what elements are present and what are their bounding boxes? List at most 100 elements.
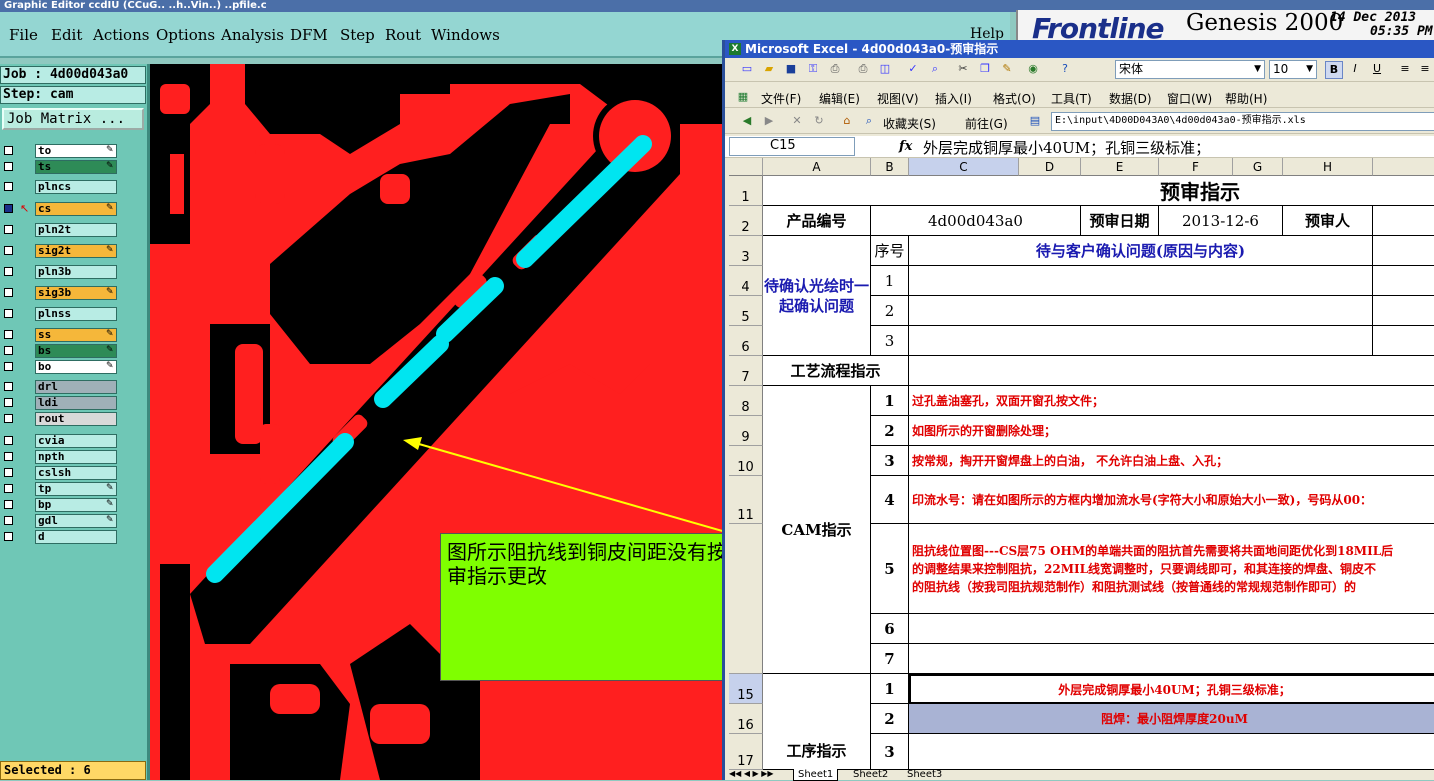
- layer-name[interactable]: drl: [35, 380, 117, 394]
- layer-row-sig3b[interactable]: sig3b ✎: [2, 286, 118, 300]
- confirm-extra-1[interactable]: [1373, 266, 1434, 296]
- layer-name[interactable]: bp: [35, 498, 117, 512]
- layer-row-tp[interactable]: tp ✎: [2, 482, 118, 496]
- job-matrix-button[interactable]: Job Matrix ...: [2, 108, 144, 130]
- cam-text-7[interactable]: [909, 644, 1434, 674]
- layer-checkbox[interactable]: [4, 288, 13, 297]
- layer-name[interactable]: bo: [35, 360, 117, 374]
- excel-menu-edit[interactable]: 编辑(E): [819, 90, 860, 107]
- font-name-select[interactable]: 宋体 ▼: [1115, 60, 1265, 79]
- sheet-title[interactable]: 预审指示: [763, 176, 1434, 206]
- layer-checkbox[interactable]: [4, 516, 13, 525]
- tab-sheet2[interactable]: Sheet2: [849, 769, 892, 780]
- layer-checkbox[interactable]: [4, 330, 13, 339]
- layer-checkbox[interactable]: [4, 500, 13, 509]
- layer-row-rout[interactable]: rout: [2, 412, 118, 426]
- favorites-menu[interactable]: 收藏夹(S): [883, 115, 936, 132]
- show-web-toolbar-icon[interactable]: ▤: [1027, 113, 1043, 129]
- cam-num-2[interactable]: 2: [871, 416, 909, 446]
- confirm-num-2[interactable]: 2: [871, 296, 909, 326]
- reviewer-value-cell[interactable]: [1373, 206, 1434, 236]
- confirm-header-cell[interactable]: 待与客户确认问题(原因与内容): [909, 236, 1373, 266]
- layer-checkbox[interactable]: [4, 267, 13, 276]
- cam-num-7[interactable]: 7: [871, 644, 909, 674]
- font-size-dropdown-icon[interactable]: ▼: [1306, 61, 1313, 77]
- confirm-text-1[interactable]: [909, 266, 1373, 296]
- tab-sheet1[interactable]: Sheet1: [793, 769, 839, 781]
- layer-row-gdl[interactable]: gdl ✎: [2, 514, 118, 528]
- format-painter-icon[interactable]: ✎: [999, 61, 1015, 77]
- layer-name[interactable]: sig3b: [35, 286, 117, 300]
- layer-name[interactable]: tp: [35, 482, 117, 496]
- row-header-7[interactable]: 7: [729, 356, 763, 386]
- process-value-cell[interactable]: [909, 356, 1434, 386]
- excel-menu-format[interactable]: 格式(O): [993, 90, 1036, 107]
- help-icon[interactable]: ?: [1057, 61, 1073, 77]
- layer-checkbox[interactable]: [4, 382, 13, 391]
- confirm-extra-3[interactable]: [1373, 326, 1434, 356]
- layer-name[interactable]: ss: [35, 328, 117, 342]
- layer-row-bs[interactable]: bs ✎: [2, 344, 118, 358]
- process2-num-2[interactable]: 2: [871, 704, 909, 734]
- row-header-5[interactable]: 5: [729, 296, 763, 326]
- process2-text-2[interactable]: 阻焊：最小阻焊厚度20uM: [909, 704, 1434, 734]
- row-header-17[interactable]: 17: [729, 734, 763, 770]
- process2-num-1[interactable]: 1: [871, 674, 909, 704]
- layer-checkbox[interactable]: [4, 398, 13, 407]
- cam-text-6[interactable]: [909, 614, 1434, 644]
- layer-row-ts[interactable]: ts ✎: [2, 160, 118, 174]
- layer-checkbox[interactable]: [4, 532, 13, 541]
- layer-row-pln2t[interactable]: pln2t: [2, 223, 118, 237]
- layer-name[interactable]: d: [35, 530, 117, 544]
- date-value-cell[interactable]: 2013-12-6: [1159, 206, 1283, 236]
- layer-checkbox[interactable]: [4, 146, 13, 155]
- excel-menu-tools[interactable]: 工具(T): [1051, 90, 1092, 107]
- layer-name[interactable]: bs: [35, 344, 117, 358]
- confirm-section-cell[interactable]: 待确认光绘时一起确认问题: [763, 236, 871, 356]
- search-web-icon[interactable]: ⌕: [861, 113, 877, 129]
- layer-checkbox[interactable]: [4, 246, 13, 255]
- process2-text-3[interactable]: [909, 734, 1434, 770]
- layer-row-plnss[interactable]: plnss: [2, 307, 118, 321]
- excel-menu-file[interactable]: 文件(F): [761, 90, 801, 107]
- row-header-8[interactable]: 8: [729, 386, 763, 416]
- cam-text-2[interactable]: 如图所示的开窗删除处理；: [909, 416, 1434, 446]
- cam-label-cell[interactable]: CAM指示: [763, 386, 871, 674]
- save-icon[interactable]: ■: [783, 61, 799, 77]
- layer-checkbox[interactable]: [4, 162, 13, 171]
- menu-file[interactable]: File: [9, 26, 38, 44]
- hyperlink-icon[interactable]: ◉: [1025, 61, 1041, 77]
- confirm-text-2[interactable]: [909, 296, 1373, 326]
- process-label-cell[interactable]: 工艺流程指示: [763, 356, 909, 386]
- excel-menu-insert[interactable]: 插入(I): [935, 90, 972, 107]
- col-header-d[interactable]: D: [1019, 158, 1081, 176]
- cam-num-6[interactable]: 6: [871, 614, 909, 644]
- layer-checkbox[interactable]: [4, 362, 13, 371]
- layer-checkbox[interactable]: [4, 452, 13, 461]
- col-header-g[interactable]: G: [1233, 158, 1283, 176]
- layer-name[interactable]: npth: [35, 450, 117, 464]
- stop-icon[interactable]: ✕: [789, 113, 805, 129]
- layer-checkbox[interactable]: [4, 309, 13, 318]
- col-header-f[interactable]: F: [1159, 158, 1233, 176]
- row-header-4[interactable]: 4: [729, 266, 763, 296]
- excel-doc-icon[interactable]: ▦: [735, 89, 751, 105]
- cam-text-4[interactable]: 印流水号：请在如图所示的方框内增加流水号(字符大小和原始大小一致)，号码从00：: [909, 476, 1434, 524]
- layer-name[interactable]: sig2t: [35, 244, 117, 258]
- refresh-icon[interactable]: ↻: [811, 113, 827, 129]
- layer-name[interactable]: cs: [35, 202, 117, 216]
- layer-row-cs[interactable]: cs ↖ ✎: [2, 202, 118, 216]
- layer-checkbox[interactable]: [4, 414, 13, 423]
- layer-name[interactable]: gdl: [35, 514, 117, 528]
- cam-text-5[interactable]: 阻抗线位置图---CS层75 OHM的单端共面的阻抗首先需要将共面地间距优化到1…: [909, 524, 1434, 614]
- layer-name[interactable]: to: [35, 144, 117, 158]
- menu-analysis[interactable]: Analysis: [221, 26, 284, 44]
- tab-scroll-icon[interactable]: ◀◀ ◀ ▶ ▶▶: [729, 769, 774, 778]
- confirm-extra-2[interactable]: [1373, 296, 1434, 326]
- reviewer-label-cell[interactable]: 预审人: [1283, 206, 1373, 236]
- layer-row-drl[interactable]: drl: [2, 380, 118, 394]
- open-icon[interactable]: ▰: [761, 61, 777, 77]
- confirm-num-1[interactable]: 1: [871, 266, 909, 296]
- layer-name[interactable]: cslsh: [35, 466, 117, 480]
- excel-menu-window[interactable]: 窗口(W): [1167, 90, 1212, 107]
